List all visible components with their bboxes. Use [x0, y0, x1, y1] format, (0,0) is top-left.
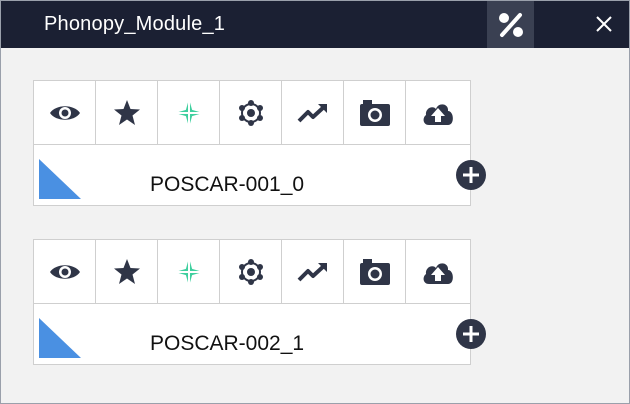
triangle-icon: [39, 159, 81, 199]
snapshot-button[interactable]: [344, 240, 406, 304]
favorite-button[interactable]: [96, 240, 158, 304]
star-icon: [113, 99, 140, 125]
add-button[interactable]: [455, 318, 487, 350]
star-icon: [113, 258, 140, 284]
filename-label: POSCAR-001_0: [150, 173, 305, 196]
camera-icon: [359, 99, 390, 126]
favorite-button[interactable]: [96, 81, 158, 145]
structure-card: POSCAR-002_1: [33, 239, 471, 365]
trend-up-icon: [297, 103, 327, 122]
cloud-upload-icon: [423, 262, 453, 284]
eye-icon: [49, 105, 80, 120]
structure-button[interactable]: [220, 81, 282, 145]
molecule-icon: [238, 258, 263, 285]
molecule-icon: [238, 99, 263, 126]
plot-button[interactable]: [282, 240, 344, 304]
compass-icon: [174, 98, 203, 127]
triangle-icon: [39, 318, 81, 358]
plus-circle-icon: [456, 319, 486, 349]
compass-button[interactable]: [158, 81, 220, 145]
eye-icon: [49, 264, 80, 279]
view-button[interactable]: [34, 81, 96, 145]
structure-card: POSCAR-001_0: [33, 80, 471, 206]
percent-icon: [498, 12, 523, 37]
snapshot-button[interactable]: [344, 81, 406, 145]
card-toolbar: [34, 81, 470, 145]
window-title: Phonopy_Module_1: [44, 13, 226, 35]
filename-label: POSCAR-002_1: [150, 332, 305, 355]
percent-button[interactable]: [487, 1, 534, 48]
compass-button[interactable]: [158, 240, 220, 304]
close-button[interactable]: [587, 7, 621, 41]
cloud-upload-icon: [423, 103, 453, 125]
structure-button[interactable]: [220, 240, 282, 304]
title-bar: Phonopy_Module_1: [1, 1, 629, 48]
compass-icon: [174, 257, 203, 286]
upload-button[interactable]: [406, 240, 470, 304]
close-icon: [596, 16, 612, 32]
module-window: Phonopy_Module_1 POSCAR-001_0 POSCAR-002…: [0, 0, 630, 404]
plot-button[interactable]: [282, 81, 344, 145]
upload-button[interactable]: [406, 81, 470, 145]
card-toolbar: [34, 240, 470, 304]
view-button[interactable]: [34, 240, 96, 304]
camera-icon: [359, 258, 390, 285]
plus-circle-icon: [456, 160, 486, 190]
trend-up-icon: [297, 262, 327, 281]
add-button[interactable]: [455, 159, 487, 191]
